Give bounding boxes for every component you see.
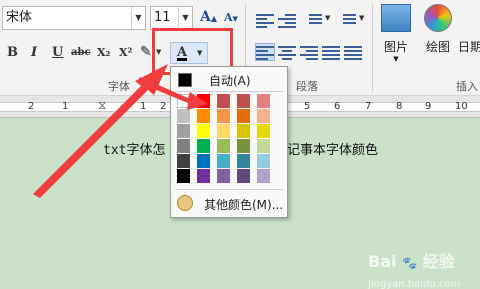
arrow-to-swatch: [137, 77, 208, 110]
watermark-product: 经验: [422, 252, 455, 271]
watermark: Bai 🐾 经验 jingyan.baidu.com: [368, 248, 460, 289]
watermark-brand: Bai: [368, 252, 397, 271]
annotation-arrows: [33, 64, 208, 198]
paw-icon: 🐾: [402, 256, 418, 270]
watermark-url: jingyan.baidu.com: [368, 279, 461, 289]
